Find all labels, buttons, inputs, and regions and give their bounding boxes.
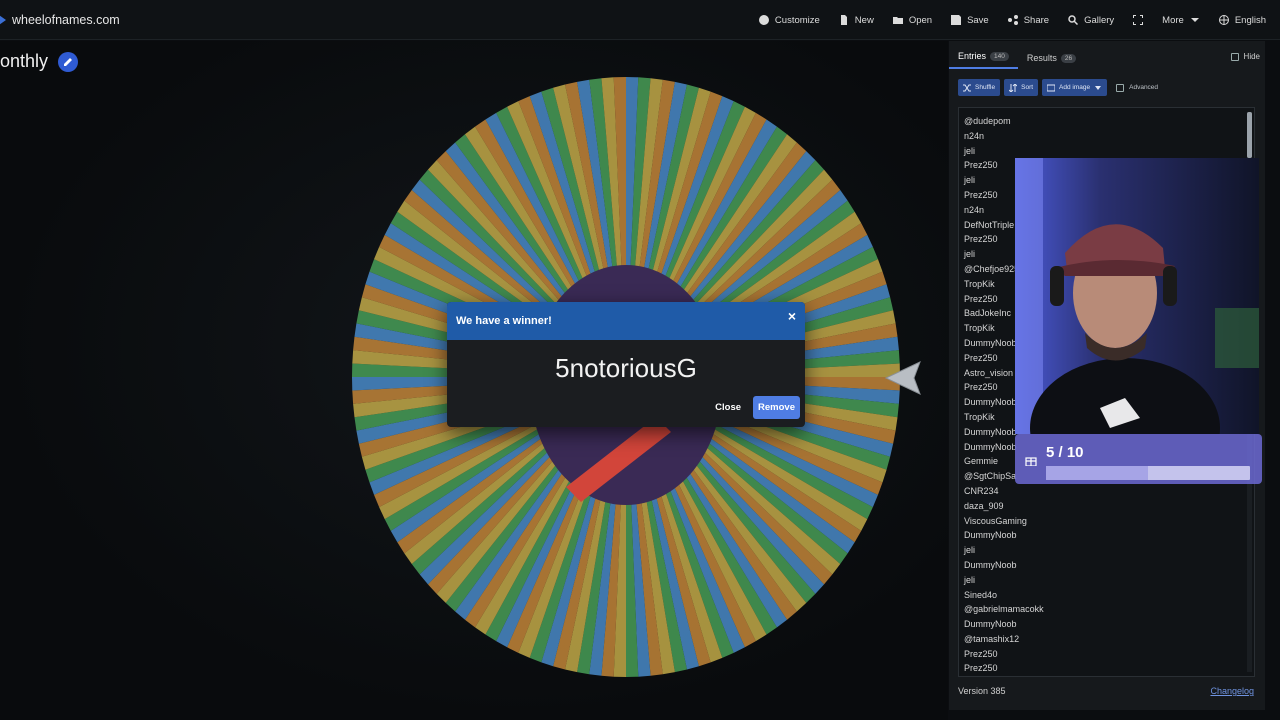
sort-label: Sort bbox=[1021, 84, 1034, 91]
file-icon bbox=[840, 15, 847, 25]
list-item: jeli bbox=[964, 145, 976, 156]
list-item: DummyNoob bbox=[964, 530, 1017, 541]
sort-icon bbox=[1009, 83, 1018, 92]
list-item: jeli bbox=[964, 574, 976, 585]
new-label: New bbox=[854, 14, 874, 26]
add-image-button[interactable]: Add image bbox=[1042, 79, 1108, 96]
language-button[interactable]: English bbox=[1218, 14, 1266, 26]
add-image-label: Add image bbox=[1059, 84, 1091, 91]
advanced-label: Advanced bbox=[1129, 84, 1159, 91]
fullscreen-button[interactable] bbox=[1133, 15, 1144, 25]
site-name: wheelofnames.com bbox=[12, 12, 120, 27]
shuffle-label: Shuffle bbox=[975, 84, 996, 91]
top-bar: wheelofnames.com Customize New Open Save… bbox=[0, 0, 1280, 40]
list-item: jeli bbox=[964, 545, 976, 556]
list-item: n24n bbox=[964, 130, 985, 141]
version-text: Version 385 bbox=[958, 686, 1006, 696]
hide-checkbox[interactable] bbox=[1230, 52, 1239, 61]
new-button[interactable]: New bbox=[839, 15, 874, 26]
brand[interactable]: wheelofnames.com bbox=[0, 13, 120, 27]
webcam-overlay bbox=[1015, 158, 1259, 434]
goal-progress-fill bbox=[1046, 466, 1148, 480]
folder-icon bbox=[892, 17, 903, 24]
shuffle-button[interactable]: Shuffle bbox=[958, 79, 1001, 96]
open-button[interactable]: Open bbox=[892, 14, 933, 26]
gallery-button[interactable]: Gallery bbox=[1068, 15, 1114, 26]
entries-toolbar: Shuffle Sort Add image Advanced bbox=[958, 79, 1158, 96]
globe-icon bbox=[1218, 15, 1229, 25]
share-label: Share bbox=[1023, 14, 1050, 26]
wheel-pointer-icon bbox=[884, 361, 921, 395]
winner-name: 5notoriousG bbox=[555, 353, 697, 383]
save-label: Save bbox=[967, 14, 989, 26]
wheel-title-row: lonthly bbox=[0, 51, 79, 72]
list-item: DummyNoob bbox=[964, 619, 1017, 630]
list-item: Prez250 bbox=[964, 648, 998, 659]
entries-count-badge: 140 bbox=[990, 51, 1009, 61]
chevron-down-icon bbox=[1190, 18, 1199, 22]
results-count-badge: 26 bbox=[1060, 53, 1077, 63]
more-label: More bbox=[1162, 14, 1184, 26]
advanced-toggle[interactable]: Advanced bbox=[1116, 83, 1159, 92]
gallery-label: Gallery bbox=[1084, 14, 1115, 26]
list-item: daza_909 bbox=[964, 500, 1004, 511]
dialog-header: We have a winner! × bbox=[447, 302, 805, 340]
changelog-link[interactable]: Changelog bbox=[1210, 686, 1254, 696]
edit-title-button[interactable] bbox=[58, 51, 79, 72]
palette-icon bbox=[758, 15, 769, 25]
open-label: Open bbox=[908, 14, 933, 26]
list-item: Sined4o bbox=[964, 589, 998, 600]
close-icon[interactable]: × bbox=[788, 308, 796, 324]
tab-results[interactable]: Results 26 bbox=[1018, 53, 1085, 69]
tab-results-label: Results bbox=[1026, 53, 1057, 63]
close-button[interactable]: Close bbox=[709, 396, 747, 419]
image-icon bbox=[1047, 84, 1056, 91]
caret-down-icon bbox=[1095, 85, 1102, 90]
tab-entries[interactable]: Entries 140 bbox=[949, 51, 1018, 69]
tab-entries-label: Entries bbox=[958, 51, 987, 61]
gift-icon bbox=[1025, 457, 1037, 466]
search-icon bbox=[1068, 15, 1079, 25]
remove-button[interactable]: Remove bbox=[753, 396, 800, 419]
top-menu: Customize New Open Save Share Gallery Mo… bbox=[758, 0, 1266, 40]
scrollbar-thumb[interactable] bbox=[1247, 112, 1252, 158]
list-item: @tamashix12 bbox=[964, 633, 1020, 644]
goal-progress-bar bbox=[1046, 466, 1250, 480]
winner-dialog: We have a winner! × 5notoriousG Close Re… bbox=[447, 302, 805, 427]
hide-label: Hide bbox=[1243, 52, 1260, 61]
pencil-icon bbox=[64, 57, 73, 66]
list-item: DummyNoob bbox=[964, 559, 1017, 570]
language-label: English bbox=[1234, 14, 1266, 26]
share-icon bbox=[1007, 15, 1018, 25]
webcam-image bbox=[1015, 158, 1259, 434]
goal-count: 5 / 10 bbox=[1046, 444, 1084, 461]
advanced-checkbox[interactable] bbox=[1116, 83, 1125, 92]
list-item: ViscousGaming bbox=[964, 515, 1027, 526]
hide-toggle[interactable]: Hide bbox=[1230, 52, 1260, 61]
goal-widget: 5 / 10 bbox=[1015, 434, 1262, 484]
more-button[interactable]: More bbox=[1162, 15, 1200, 26]
list-item: Prez250 bbox=[964, 663, 998, 674]
dialog-actions: Close Remove bbox=[709, 396, 800, 419]
share-button[interactable]: Share bbox=[1007, 14, 1050, 26]
list-item: @gabrielmamacokk bbox=[964, 604, 1044, 615]
fullscreen-icon bbox=[1133, 15, 1144, 25]
list-item: CNR234 bbox=[964, 485, 999, 496]
save-button[interactable]: Save bbox=[951, 15, 989, 26]
wheel-title: lonthly bbox=[0, 51, 49, 71]
sort-button[interactable]: Sort bbox=[1004, 79, 1039, 96]
customize-button[interactable]: Customize bbox=[758, 14, 820, 26]
shuffle-icon bbox=[963, 84, 971, 91]
dialog-title: We have a winner! bbox=[456, 315, 552, 327]
floppy-icon bbox=[951, 15, 962, 25]
wheel-logo-icon bbox=[0, 15, 6, 24]
list-item: @dudepom bbox=[964, 116, 1011, 126]
customize-label: Customize bbox=[774, 14, 820, 26]
panel-tabs: Entries 140 Results 26 bbox=[949, 41, 1265, 69]
